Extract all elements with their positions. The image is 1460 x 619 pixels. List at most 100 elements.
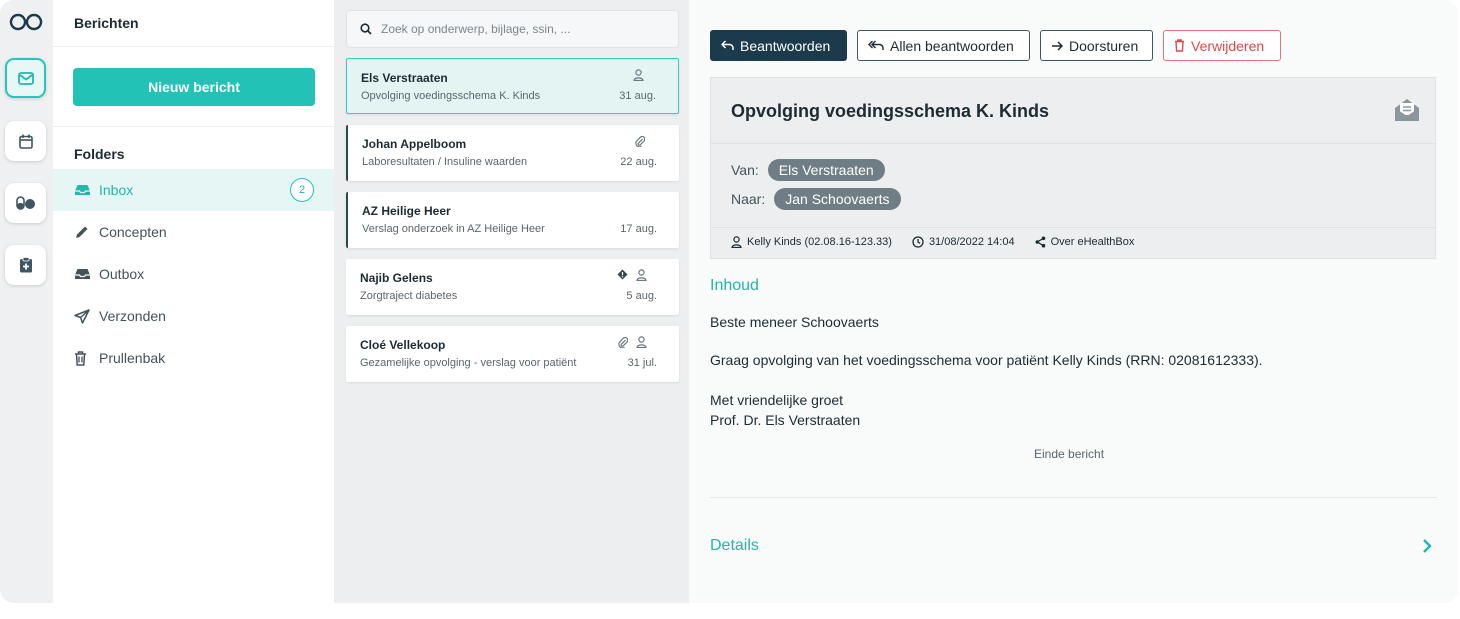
folder-item-concepten[interactable]: Concepten	[53, 211, 334, 253]
reply-icon	[721, 40, 734, 50]
divider	[53, 46, 334, 47]
to-row: Naar: Jan Schoovaerts	[731, 188, 901, 210]
details-toggle[interactable]: Details	[710, 537, 759, 555]
chevron-right-icon[interactable]	[1422, 538, 1432, 554]
about-text: Over eHealthBox	[1050, 236, 1135, 248]
folder-panel: Berichten Nieuw bericht Folders Inbox 2 …	[53, 0, 334, 603]
reading-pane: Beantwoorden Allen beantwoorden Doorstur…	[689, 0, 1458, 603]
to-label: Naar:	[731, 191, 766, 207]
unread-count-badge: 2	[290, 178, 314, 202]
send-icon	[74, 308, 92, 324]
delete-label: Verwijderen	[1191, 37, 1265, 54]
message-item[interactable]: Els Verstraaten Opvolging voedingsschema…	[346, 58, 679, 114]
message-sender: Johan Appelboom	[362, 137, 467, 151]
message-date: 5 aug.	[626, 290, 657, 302]
divider	[53, 126, 334, 127]
divider	[711, 143, 1435, 144]
datetime-text: 31/08/2022 14:04	[928, 236, 1015, 248]
share-icon	[1035, 236, 1045, 248]
search-icon	[360, 23, 372, 35]
pills-icon	[15, 196, 35, 210]
logo-icon	[9, 13, 43, 31]
folder-item-prullenbak[interactable]: Prullenbak	[53, 337, 334, 379]
reply-all-icon	[868, 40, 884, 50]
reply-label: Beantwoorden	[740, 37, 831, 54]
message-body: Graag opvolging van het voedingsschema v…	[710, 352, 1263, 368]
person-icon	[636, 336, 647, 348]
recipient-chip[interactable]: Jan Schoovaerts	[774, 188, 901, 210]
message-subject: Laboresultaten / Insuline waarden	[362, 156, 528, 168]
about-link[interactable]: Over eHealthBox	[1035, 236, 1135, 248]
folder-item-verzonden[interactable]: Verzonden	[53, 295, 334, 337]
folder-label: Prullenbak	[99, 350, 166, 366]
from-label: Van:	[731, 162, 759, 178]
priority-icon	[617, 269, 628, 280]
reply-all-button[interactable]: Allen beantwoorden	[857, 30, 1030, 61]
open-envelope-icon[interactable]	[1393, 97, 1421, 123]
folder-item-inbox[interactable]: Inbox 2	[53, 169, 334, 211]
folder-item-outbox[interactable]: Outbox	[53, 253, 334, 295]
patient-info: Kelly Kinds (02.08.16-123.33)	[731, 236, 892, 248]
from-row: Van: Els Verstraaten	[731, 159, 885, 181]
message-sender: Cloé Vellekoop	[360, 338, 446, 352]
folders-heading: Folders	[74, 146, 125, 162]
reply-button[interactable]: Beantwoorden	[710, 30, 847, 61]
rail-clipboard-button[interactable]	[5, 245, 46, 285]
search-input[interactable]: Zoek op onderwerp, bijlage, ssin, ...	[346, 10, 679, 48]
person-icon	[636, 269, 647, 281]
message-date: 17 aug.	[620, 223, 657, 235]
arrow-right-icon	[1052, 40, 1063, 51]
divider	[711, 227, 1435, 228]
person-icon	[633, 69, 644, 81]
message-date: 31 aug.	[619, 90, 656, 102]
message-sender: Najib Gelens	[360, 271, 433, 285]
datetime-info: 31/08/2022 14:04	[912, 236, 1015, 248]
clock-icon	[912, 236, 924, 248]
forward-button[interactable]: Doorsturen	[1040, 30, 1153, 61]
message-sender: Els Verstraaten	[361, 71, 448, 85]
folder-label: Outbox	[99, 266, 145, 282]
folder-label: Verzonden	[99, 308, 166, 324]
pencil-icon	[74, 224, 92, 240]
panel-title: Berichten	[74, 15, 139, 31]
paperclip-icon	[618, 336, 628, 348]
message-subject: Gezamelijke opvolging - verslag voor pat…	[360, 357, 577, 369]
sender-chip[interactable]: Els Verstraaten	[767, 159, 885, 181]
message-date: 22 aug.	[620, 156, 657, 168]
message-item[interactable]: Johan Appelboom Laboresultaten / Insulin…	[346, 125, 679, 181]
rail-calendar-button[interactable]	[5, 121, 46, 161]
end-of-message: Einde bericht	[1034, 447, 1105, 461]
message-meta: Kelly Kinds (02.08.16-123.33) 31/08/2022…	[731, 236, 1134, 248]
message-item[interactable]: Cloé Vellekoop Gezamelijke opvolging - v…	[346, 326, 679, 382]
outbox-icon	[74, 266, 92, 282]
message-closing: Met vriendelijke groet	[710, 392, 844, 408]
clipboard-icon	[19, 257, 32, 273]
message-greeting: Beste meneer Schoovaerts	[710, 314, 879, 330]
folder-label: Concepten	[99, 224, 167, 240]
trash-icon	[74, 350, 92, 366]
new-message-button[interactable]: Nieuw bericht	[73, 68, 315, 106]
message-header: Opvolging voedingsschema K. Kinds Van: E…	[710, 77, 1436, 259]
delete-button[interactable]: Verwijderen	[1163, 30, 1281, 61]
mail-icon	[17, 71, 34, 85]
content-heading: Inhoud	[710, 277, 759, 294]
rail-medication-button[interactable]	[5, 183, 46, 223]
message-signature: Prof. Dr. Els Verstraaten	[710, 412, 861, 428]
nav-rail	[0, 0, 53, 603]
search-placeholder: Zoek op onderwerp, bijlage, ssin, ...	[381, 22, 571, 36]
message-subject: Verslag onderzoek in AZ Heilige Heer	[362, 223, 545, 235]
message-subject: Opvolging voedingsschema K. Kinds	[361, 90, 541, 102]
message-title: Opvolging voedingsschema K. Kinds	[731, 101, 1050, 121]
rail-messages-button[interactable]	[5, 58, 46, 98]
message-item[interactable]: Najib Gelens Zorgtraject diabetes 5 aug.	[346, 259, 679, 315]
message-sender: AZ Heilige Heer	[362, 204, 451, 218]
app-window: Berichten Nieuw bericht Folders Inbox 2 …	[0, 0, 1458, 603]
patient-text: Kelly Kinds (02.08.16-123.33)	[747, 236, 892, 248]
reply-all-label: Allen beantwoorden	[890, 37, 1014, 54]
folder-label: Inbox	[99, 182, 134, 198]
message-date: 31 jul.	[627, 357, 657, 369]
inbox-icon	[74, 182, 92, 198]
paperclip-icon	[635, 135, 645, 147]
message-item[interactable]: AZ Heilige Heer Verslag onderzoek in AZ …	[346, 192, 679, 248]
trash-icon	[1175, 39, 1184, 52]
